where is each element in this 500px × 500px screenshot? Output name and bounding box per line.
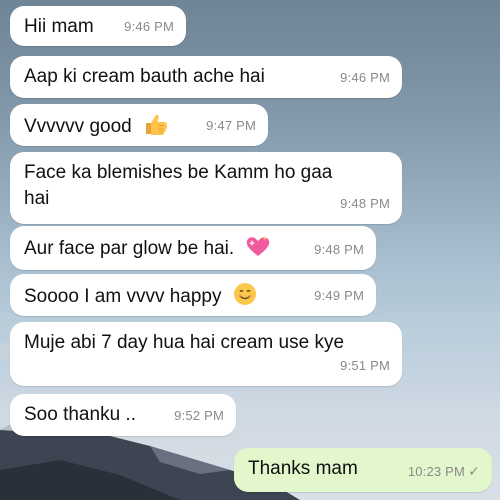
- smiling-face-icon: [233, 283, 256, 305]
- message-text: Aap ki cream bauth ache hai: [24, 66, 265, 87]
- message-timestamp: 9:52 PM: [174, 408, 224, 423]
- message-meta: 10:23 PM ✓: [408, 458, 480, 485]
- message-text: Soooo I am vvvv happy: [24, 286, 222, 307]
- message-timestamp: 9:51 PM: [340, 358, 390, 373]
- message-timestamp: 9:47 PM: [206, 118, 256, 133]
- message-timestamp: 9:46 PM: [124, 19, 174, 34]
- incoming-message[interactable]: Vvvvvv good 9:47 PM: [10, 104, 268, 146]
- incoming-message[interactable]: Muje abi 7 day hua hai cream use kye 9:5…: [10, 322, 402, 386]
- message-text: Aur face par glow be hai.: [24, 238, 235, 259]
- message-text-line: hai: [24, 188, 50, 209]
- message-text: Thanks mam: [248, 458, 358, 479]
- message-timestamp: 9:49 PM: [314, 288, 364, 303]
- message-text: Vvvvvv good: [24, 116, 132, 137]
- incoming-message[interactable]: Face ka blemishes be Kamm ho gaa hai 9:4…: [10, 152, 402, 224]
- incoming-message[interactable]: Soooo I am vvvv happy 9:49 PM: [10, 274, 376, 316]
- message-timestamp: 9:48 PM: [314, 242, 364, 257]
- incoming-message[interactable]: Aur face par glow be hai. 9:48 PM: [10, 226, 376, 270]
- thumbs-up-icon: [146, 114, 168, 135]
- message-timestamp: 9:46 PM: [340, 70, 390, 85]
- sent-check-icon: ✓: [468, 463, 480, 479]
- sparkling-heart-icon: [247, 236, 270, 256]
- message-text: Muje abi 7 day hua hai cream use kye: [24, 332, 345, 353]
- message-text-line: Face ka blemishes be Kamm ho gaa: [24, 162, 333, 183]
- message-timestamp: 9:48 PM: [340, 196, 390, 211]
- incoming-message[interactable]: Hii mam 9:46 PM: [10, 6, 186, 46]
- message-text: Soo thanku ..: [24, 404, 136, 425]
- incoming-message[interactable]: Aap ki cream bauth ache hai 9:46 PM: [10, 56, 402, 98]
- message-text: Hii mam: [24, 16, 94, 37]
- message-timestamp: 10:23 PM: [407, 464, 466, 479]
- incoming-message[interactable]: Soo thanku .. 9:52 PM: [10, 394, 236, 436]
- outgoing-message[interactable]: Thanks mam 10:23 PM ✓: [234, 448, 492, 492]
- message-list[interactable]: Hii mam 9:46 PM Aap ki cream bauth ache …: [0, 0, 500, 500]
